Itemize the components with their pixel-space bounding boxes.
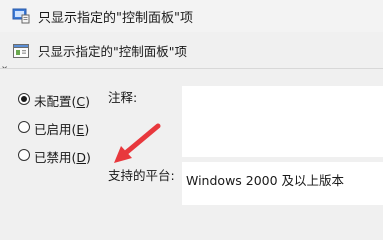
window-title: 只显示指定的"控制面板"项: [38, 11, 193, 26]
radio-enabled[interactable]: 已启用(E): [18, 118, 118, 137]
group-policy-app-icon: [12, 6, 30, 24]
supported-on-label: 支持的平台:: [108, 168, 175, 183]
radio-disabled-label: 已禁用(D): [34, 150, 91, 165]
radio-not-configured[interactable]: 未配置(C): [18, 90, 118, 109]
policy-setting-icon: [13, 43, 29, 59]
policy-header: 只显示指定的"控制面板"项: [0, 32, 383, 68]
radio-circle: [18, 121, 30, 133]
policy-settings-pane: 只显示指定的"控制面板"项 ⌄ 未配置(C) 已启用(E) 已禁用(D) 注释:…: [0, 32, 383, 205]
radio-not-configured-label: 未配置(C): [34, 94, 91, 109]
header-divider: [0, 68, 383, 69]
supported-on-value: Windows 2000 及以上版本: [186, 173, 345, 188]
radio-circle: [18, 149, 30, 161]
comment-textarea[interactable]: [182, 86, 383, 157]
policy-title: 只显示指定的"控制面板"项: [38, 44, 187, 59]
comment-label: 注释:: [108, 90, 138, 105]
title-bar: 只显示指定的"控制面板"项: [0, 0, 383, 32]
chevron-down-icon: ⌄: [0, 59, 10, 72]
radio-circle-selected: [18, 93, 30, 105]
annotation-arrow-icon: [114, 123, 161, 163]
radio-enabled-label: 已启用(E): [34, 122, 90, 137]
radio-disabled[interactable]: 已禁用(D): [18, 146, 118, 165]
